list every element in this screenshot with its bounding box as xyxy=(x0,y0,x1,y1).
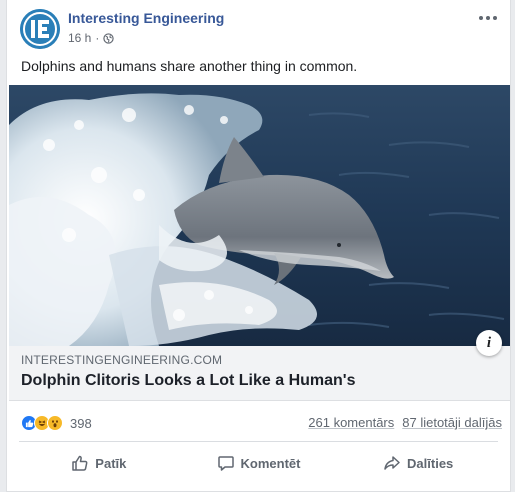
meta-separator: · xyxy=(95,31,100,45)
page-avatar[interactable] xyxy=(20,9,60,49)
comments-count-link[interactable]: 261 komentārs xyxy=(308,415,394,430)
engagement-counts: 261 komentārs 87 lietotāji dalījās xyxy=(308,415,502,430)
comment-icon xyxy=(217,456,234,471)
post-header: Interesting Engineering 16 h · xyxy=(17,9,500,49)
link-domain: INTERESTINGENGINEERING.COM xyxy=(21,353,223,367)
dolphin-photo xyxy=(9,85,510,346)
link-preview-image[interactable] xyxy=(9,85,510,346)
shares-count-link[interactable]: 87 lietotāji dalījās xyxy=(402,415,502,430)
like-button[interactable]: Patīk xyxy=(19,446,179,480)
divider xyxy=(19,441,498,442)
globe-icon xyxy=(103,32,115,44)
share-button[interactable]: Dalīties xyxy=(338,446,498,480)
ie-logo-icon xyxy=(20,9,60,49)
post-card: Interesting Engineering 16 h · Dolphins … xyxy=(6,0,511,492)
comment-button[interactable]: Komentēt xyxy=(179,446,339,480)
reaction-count: 398 xyxy=(70,415,92,431)
post-meta: 16 h · xyxy=(68,31,115,45)
share-arrow-icon xyxy=(384,456,400,470)
more-options-icon[interactable] xyxy=(476,9,500,27)
link-title[interactable]: Dolphin Clitoris Looks a Lot Like a Huma… xyxy=(21,372,356,390)
post-text: Dolphins and humans share another thing … xyxy=(21,58,358,74)
wow-icon xyxy=(47,415,63,431)
action-bar: Patīk Komentēt Dalīties xyxy=(19,446,498,480)
share-button-label: Dalīties xyxy=(407,455,454,471)
reaction-icons xyxy=(21,415,63,431)
thumbs-up-icon xyxy=(72,455,88,471)
info-icon[interactable]: i xyxy=(476,330,502,356)
post-time[interactable]: 16 h xyxy=(68,31,91,45)
reactions-summary[interactable]: 398 xyxy=(21,413,92,433)
like-button-label: Patīk xyxy=(95,455,127,471)
page-name-link[interactable]: Interesting Engineering xyxy=(68,10,224,26)
comment-button-label: Komentēt xyxy=(240,455,301,471)
link-preview-footer[interactable]: i INTERESTINGENGINEERING.COM Dolphin Cli… xyxy=(9,330,510,401)
